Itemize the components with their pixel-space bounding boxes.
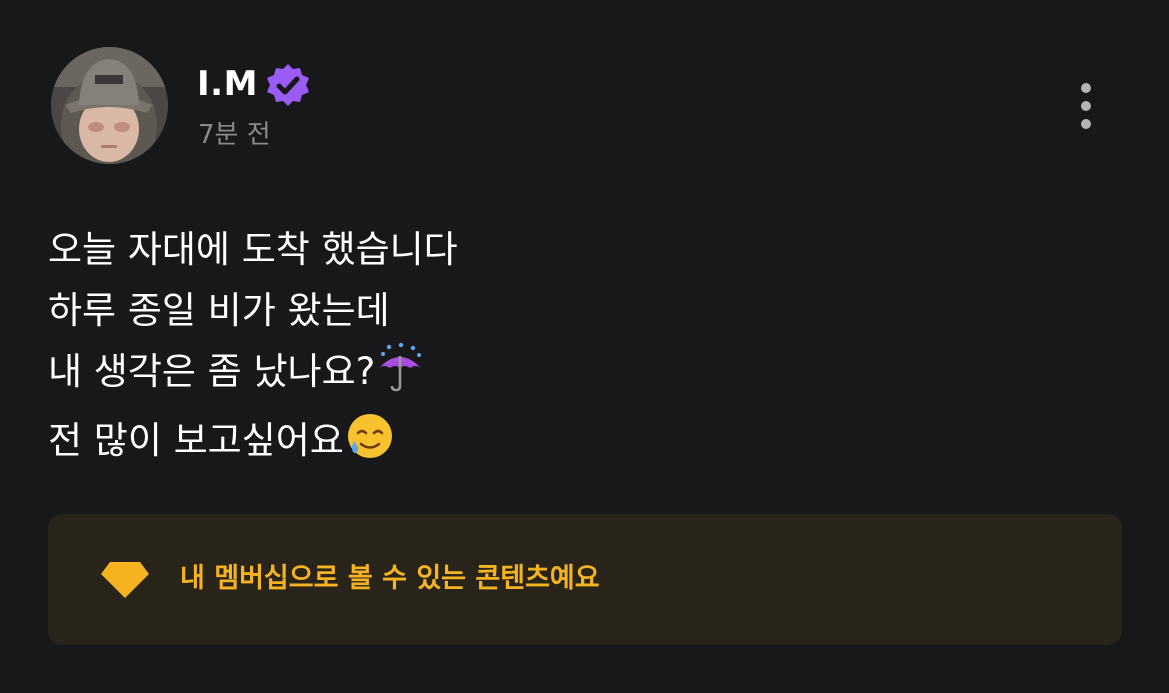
post-line: 전 많이 보고싶어요 (48, 410, 458, 479)
smiling-face-with-tear-icon (344, 411, 394, 479)
avatar-image (51, 47, 168, 164)
more-dots-icon (1081, 83, 1091, 93)
gem-icon (100, 560, 150, 600)
post-timestamp: 7분 전 (198, 120, 271, 150)
author-name[interactable]: I.M (197, 62, 258, 106)
post-line: 내 생각은 좀 났나요? (48, 341, 458, 410)
post-line-text: 오늘 자대에 도착 했습니다 (48, 228, 458, 271)
post-body: 오늘 자대에 도착 했습니다 하루 종일 비가 왔는데 내 생각은 좀 났나요?… (48, 219, 458, 479)
membership-notice[interactable]: 내 멤버십으로 볼 수 있는 콘텐츠예요 (48, 514, 1122, 645)
author-avatar[interactable] (51, 47, 168, 164)
verified-badge-icon (264, 62, 312, 110)
more-options-button[interactable] (1066, 78, 1106, 134)
post-line-text: 하루 종일 비가 왔는데 (48, 289, 390, 332)
post-card: I.M 7분 전 오늘 자대에 도착 했습니다 하루 종일 비가 왔는데 내 생… (0, 0, 1169, 693)
membership-notice-label: 내 멤버십으로 볼 수 있는 콘텐츠예요 (180, 563, 600, 594)
post-line-text: 내 생각은 좀 났나요? (48, 350, 376, 393)
post-line: 오늘 자대에 도착 했습니다 (48, 219, 458, 280)
post-line: 하루 종일 비가 왔는데 (48, 280, 458, 341)
post-line-text: 전 많이 보고싶어요 (48, 419, 344, 462)
umbrella-with-rain-icon (375, 342, 425, 410)
